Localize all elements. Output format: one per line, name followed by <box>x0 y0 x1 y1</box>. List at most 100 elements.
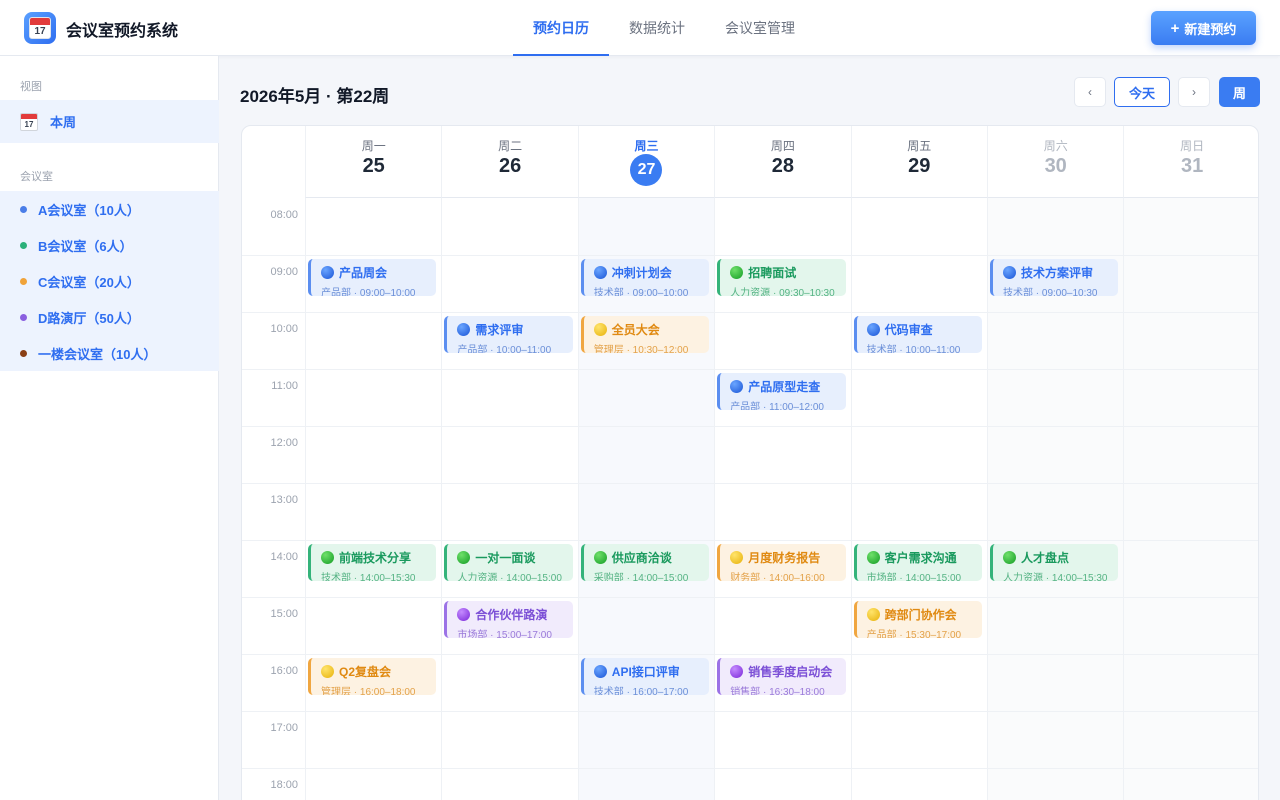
day-header[interactable]: 周日 31 <box>1123 126 1258 198</box>
day-header[interactable]: 周三 27 <box>577 126 715 198</box>
booking-event[interactable]: 供应商洽谈 采购部 · 14:00–15:00 <box>580 544 710 581</box>
weekday-label: 周一 <box>361 139 386 153</box>
room-ball-icon <box>866 323 880 336</box>
event-title-text: 全员大会 <box>611 323 660 337</box>
date-number: 31 <box>1180 155 1204 177</box>
weekday-label: 周二 <box>498 139 523 153</box>
date-number: 29 <box>908 155 931 177</box>
sidebar-room-item[interactable]: B会议室（6人） <box>0 227 219 263</box>
day-column[interactable] <box>441 198 577 800</box>
event-title: 人才盘点 <box>1003 549 1118 566</box>
booking-event[interactable]: 招聘面试人力资源 · 09:30–10:30 <box>717 259 846 296</box>
tab-calendar[interactable]: 预约日历 <box>513 0 609 56</box>
booking-event[interactable]: 月度财务报告 财务部 · 14:00–16:00 <box>717 544 846 581</box>
new-booking-button[interactable]: + 新建预约 <box>1151 11 1256 45</box>
room-color-dot <box>20 349 27 357</box>
sidebar-item-this-week[interactable]: 17 本周 <box>0 100 219 143</box>
event-subtitle: 技术部 · 09:00–10:00 <box>593 288 689 296</box>
event-title-text: 一对一面谈 <box>475 551 536 565</box>
day-column[interactable] <box>850 198 987 800</box>
event-subtitle: 技术部 · 16:00–17:00 <box>593 687 689 695</box>
booking-event[interactable]: 技术方案评审 技术部 · 09:00–10:30 <box>990 259 1119 296</box>
booking-event[interactable]: 跨部门协作会产品部 · 15:30–17:00 <box>853 601 982 638</box>
booking-event[interactable]: API接口评审技术部 · 16:00–17:00 <box>580 658 710 695</box>
event-subtitle: 人力资源 · 09:30–10:30 <box>730 288 835 296</box>
booking-event[interactable]: 需求评审 产品部 · 10:00–11:00 <box>444 316 573 353</box>
time-label: 12:00 <box>270 437 298 449</box>
sidebar-room-item[interactable]: C会议室（20人） <box>0 263 219 299</box>
room-label: C会议室（20人） <box>38 274 140 290</box>
booking-event[interactable]: 合作伙伴路演市场部 · 15:00–17:00 <box>444 601 573 638</box>
event-title: 跨部门协作会 <box>866 606 982 623</box>
booking-event[interactable]: 销售季度启动会 销售部 · 16:30–18:00 <box>717 658 846 695</box>
today-button[interactable]: 今天 <box>1114 77 1170 107</box>
weekday-label: 周五 <box>907 139 932 153</box>
tab-statistics[interactable]: 数据统计 <box>609 0 705 56</box>
booking-event[interactable]: 客户需求沟通 市场部 · 14:00–15:00 <box>853 544 982 581</box>
event-subtitle: 管理层 · 10:30–12:00 <box>593 345 689 353</box>
booking-event[interactable]: 代码审查 技术部 · 10:00–11:00 <box>853 316 982 353</box>
prev-week-button[interactable]: ‹ <box>1074 77 1106 107</box>
event-subtitle: 人力资源 · 14:00–15:00 <box>457 573 562 581</box>
time-label: 17:00 <box>270 722 298 734</box>
booking-event[interactable]: 冲刺计划会技术部 · 09:00–10:00 <box>580 259 710 296</box>
event-subtitle: 人力资源 · 14:00–15:30 <box>1003 573 1108 581</box>
event-subtitle: 产品部 · 09:00–10:00 <box>321 288 416 296</box>
event-title-text: 跨部门协作会 <box>884 608 957 622</box>
hour-gridline <box>242 540 1258 541</box>
hour-gridline <box>242 654 1258 655</box>
booking-event[interactable]: 一对一面谈人力资源 · 14:00–15:00 <box>444 544 573 581</box>
sidebar-room-item[interactable]: A会议室（10人） <box>0 191 219 227</box>
sidebar-room-item[interactable]: D路演厅（50人） <box>0 299 219 335</box>
main-nav: 预约日历 数据统计 会议室管理 <box>513 0 815 56</box>
day-header[interactable]: 周一 25 <box>305 126 442 198</box>
event-subtitle: 产品部 · 15:30–17:00 <box>866 630 962 638</box>
room-label: D路演厅（50人） <box>38 310 140 326</box>
time-label: 15:00 <box>270 608 298 620</box>
next-week-button[interactable]: › <box>1178 77 1210 107</box>
tab-room-management[interactable]: 会议室管理 <box>705 0 815 56</box>
event-title-text: 冲刺计划会 <box>611 266 672 280</box>
event-title: 产品原型走查 <box>730 378 845 395</box>
booking-event[interactable]: 产品周会 产品部 · 09:00–10:00 <box>308 259 437 296</box>
room-ball-icon <box>593 323 607 336</box>
sidebar-room-item[interactable]: 一楼会议室（10人） <box>0 335 219 371</box>
event-title: 代码审查 <box>866 321 982 338</box>
room-ball-icon <box>730 551 744 564</box>
day-header[interactable]: 周四 28 <box>714 126 851 198</box>
event-title-text: 月度财务报告 <box>748 551 821 565</box>
event-title: 冲刺计划会 <box>593 264 709 281</box>
event-title: 技术方案评审 <box>1003 264 1118 281</box>
event-title-text: 招聘面试 <box>748 266 797 280</box>
booking-event[interactable]: 前端技术分享 技术部 · 14:00–15:30 <box>308 544 437 581</box>
time-label: 16:00 <box>270 665 298 677</box>
room-label: 一楼会议室（10人） <box>38 346 157 362</box>
time-label: 13:00 <box>270 494 298 506</box>
room-ball-icon <box>593 266 607 279</box>
plus-icon: + <box>1170 19 1180 37</box>
event-title-text: 合作伙伴路演 <box>475 608 548 622</box>
event-title: 需求评审 <box>457 321 572 338</box>
room-ball-icon <box>730 380 744 393</box>
booking-event[interactable]: 人才盘点人力资源 · 14:00–15:30 <box>990 544 1119 581</box>
day-header[interactable]: 周六 30 <box>987 126 1124 198</box>
sidebar: 视图 17 本周 会议室 A会议室（10人） B会议室（6人） C会议室（20人） D… <box>0 56 219 800</box>
rooms-section-label: 会议室 <box>20 171 53 183</box>
event-title: API接口评审 <box>593 663 709 680</box>
week-view-button[interactable]: 周 <box>1219 77 1260 107</box>
day-header[interactable]: 周五 29 <box>850 126 987 198</box>
weekday-label: 周日 <box>1180 139 1205 153</box>
room-ball-icon <box>730 266 744 279</box>
booking-event[interactable]: Q2复盘会 管理层 · 16:00–18:00 <box>308 658 437 695</box>
room-label: B会议室（6人） <box>38 238 133 254</box>
event-subtitle: 市场部 · 15:00–17:00 <box>457 630 552 638</box>
time-label: 08:00 <box>270 209 298 221</box>
booking-event[interactable]: 产品原型走查 产品部 · 11:00–12:00 <box>717 373 846 410</box>
room-ball-icon <box>457 608 471 621</box>
day-header[interactable]: 周二 26 <box>441 126 578 198</box>
booking-event[interactable]: 全员大会管理层 · 10:30–12:00 <box>580 316 710 353</box>
event-title-text: 产品原型走查 <box>748 380 821 394</box>
event-title-text: API接口评审 <box>611 665 680 679</box>
day-column[interactable] <box>1123 198 1258 800</box>
room-ball-icon <box>321 665 334 678</box>
